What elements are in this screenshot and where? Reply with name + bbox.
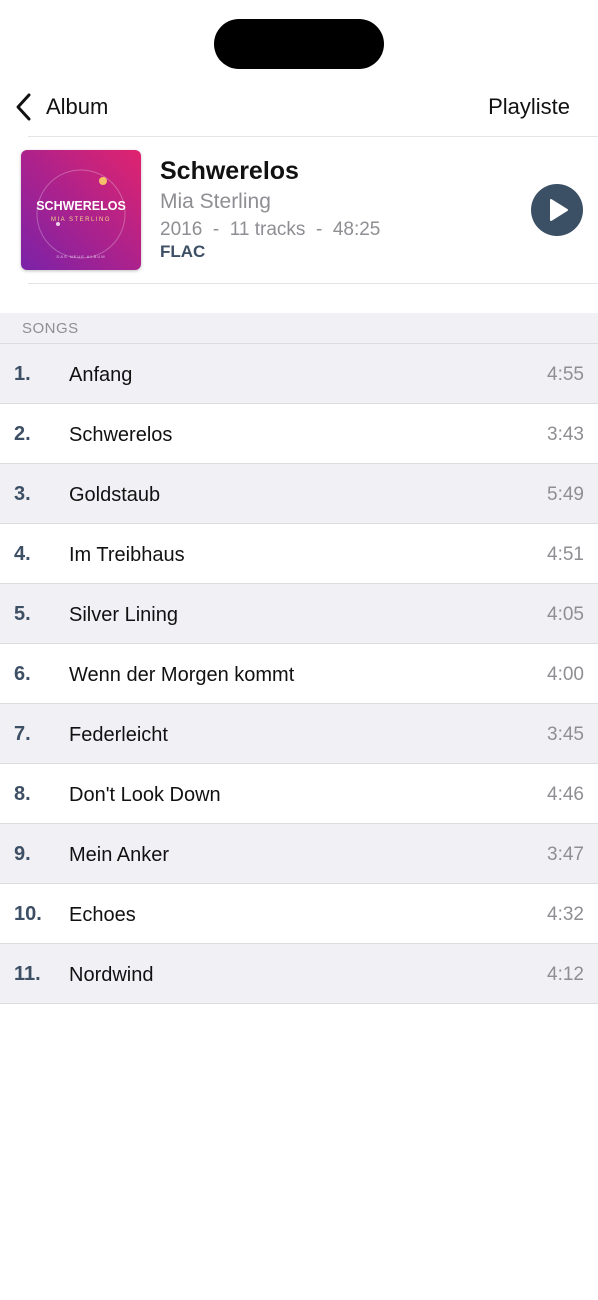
track-title: Wenn der Morgen kommt [69,664,295,686]
track-title: Im Treibhaus [69,544,185,566]
track-number: 4. [14,543,31,565]
playlist-button[interactable]: Playliste [488,88,570,126]
track-duration: 3:45 [547,724,584,745]
track-number: 2. [14,423,31,445]
track-title: Goldstaub [69,484,161,506]
album-header: SCHWERELOS MIA STERLING DAS NEUE ALBUM S… [0,137,598,283]
track-title: Silver Lining [69,604,178,626]
track-number: 6. [14,663,31,685]
cover-artist: MIA STERLING [51,217,111,223]
track-number: 7. [14,723,31,745]
song-row[interactable]: 7. Federleicht 3:45 [0,704,598,764]
track-number: 1. [14,363,31,385]
section-label: SONGS [22,320,79,337]
album-artist[interactable]: Mia Sterling [160,190,271,214]
chevron-left-icon [16,93,31,121]
track-duration: 5:49 [547,484,584,505]
track-title: Nordwind [69,964,154,986]
album-cover[interactable]: SCHWERELOS MIA STERLING DAS NEUE ALBUM [21,150,141,270]
track-number: 10. [14,903,42,925]
back-button-label: Album [46,94,109,119]
album-title: Schwerelos [160,157,299,185]
track-number: 9. [14,843,31,865]
track-number: 5. [14,603,31,625]
track-duration: 3:43 [547,424,584,445]
song-row[interactable]: 2. Schwerelos 3:43 [0,404,598,464]
song-row[interactable]: 9. Mein Anker 3:47 [0,824,598,884]
play-button[interactable] [531,184,583,236]
track-title: Mein Anker [69,844,170,866]
track-duration: 3:47 [547,844,584,865]
track-number: 3. [14,483,31,505]
track-title: Federleicht [69,724,168,746]
play-icon [550,199,568,221]
track-duration: 4:32 [547,904,584,925]
cover-tagline: DAS NEUE ALBUM [56,254,105,259]
song-row[interactable]: 10. Echoes 4:32 [0,884,598,944]
song-row[interactable]: 6. Wenn der Morgen kommt 4:00 [0,644,598,704]
album-screen: Album Playliste SCHWERELOS MIA STERLING … [0,0,598,1300]
back-button[interactable]: Album [14,88,108,126]
track-duration: 4:05 [547,604,584,625]
song-row[interactable]: 3. Goldstaub 5:49 [0,464,598,524]
songs-section-header: SONGS [0,313,598,343]
track-title: Echoes [69,904,136,926]
track-number: 11. [14,963,41,985]
track-duration: 4:00 [547,664,584,685]
track-duration: 4:46 [547,784,584,805]
track-number: 8. [14,783,31,805]
dynamic-island [214,19,384,69]
track-duration: 4:12 [547,964,584,985]
song-list: 1. Anfang 4:55 2. Schwerelos 3:43 3. Gol… [0,343,598,1004]
track-duration: 4:55 [547,364,584,385]
track-title: Schwerelos [69,424,173,446]
navigation-bar: Album Playliste [0,84,598,130]
song-row[interactable]: 8. Don't Look Down 4:46 [0,764,598,824]
track-duration: 4:51 [547,544,584,565]
cover-title: SCHWERELOS [36,199,126,213]
song-row[interactable]: 4. Im Treibhaus 4:51 [0,524,598,584]
song-row[interactable]: 5. Silver Lining 4:05 [0,584,598,644]
track-title: Don't Look Down [69,784,221,806]
song-row[interactable]: 11. Nordwind 4:12 [0,944,598,1004]
track-title: Anfang [69,364,133,386]
divider [28,283,598,284]
album-format-badge: FLAC [160,242,206,261]
album-meta: 2016 - 11 tracks - 48:25 [160,219,381,240]
song-row[interactable]: 1. Anfang 4:55 [0,344,598,404]
